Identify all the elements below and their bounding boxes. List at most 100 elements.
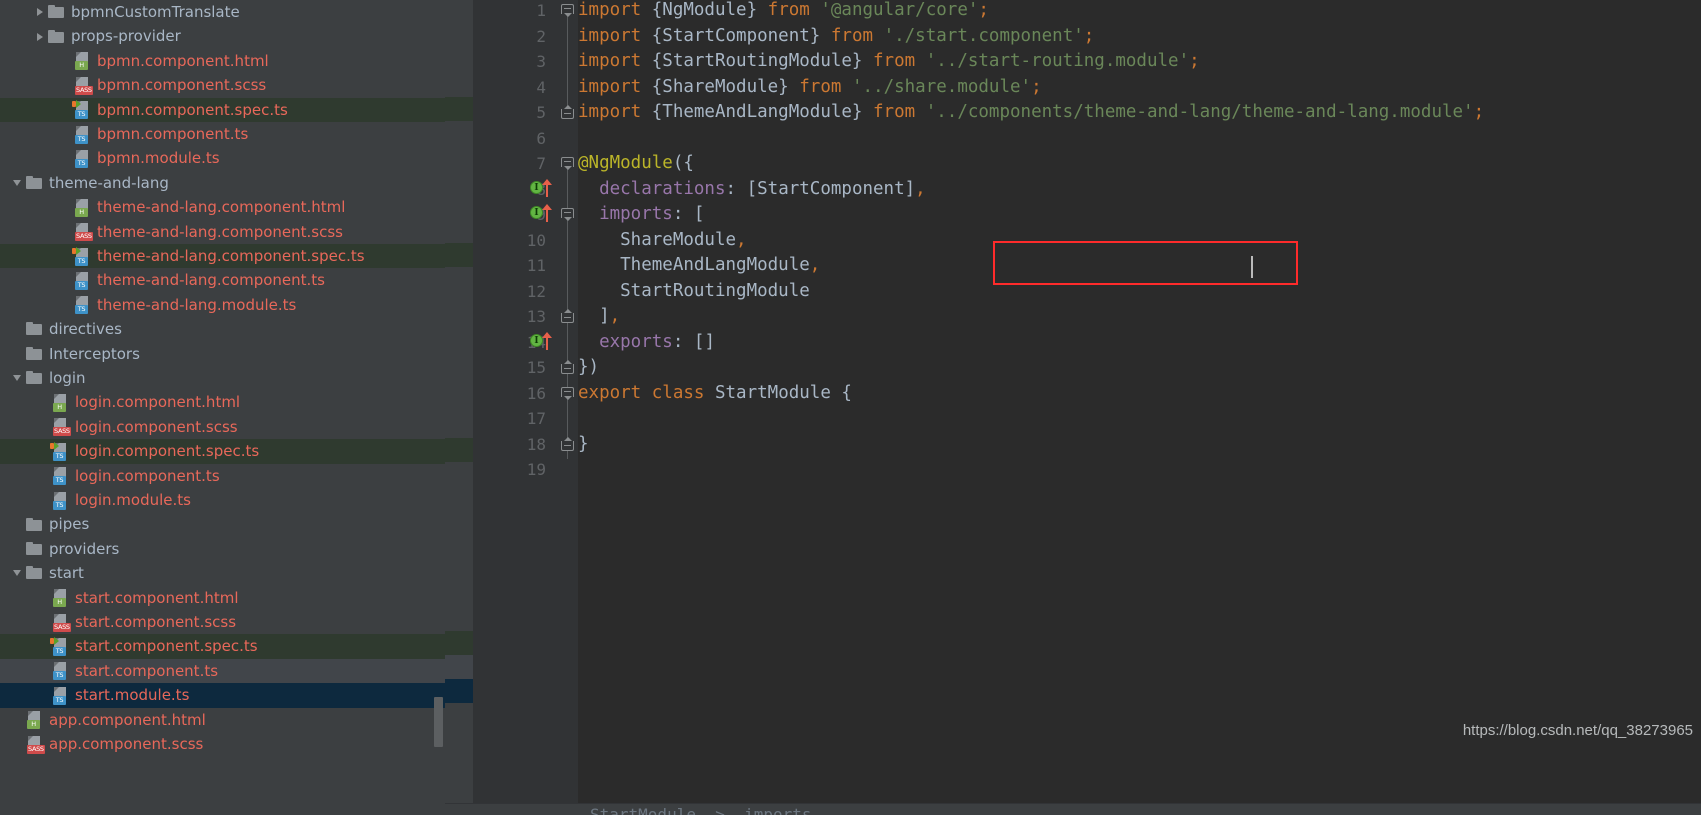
tree-folder-row[interactable]: start — [0, 561, 445, 585]
tree-file-row[interactable]: TS bpmn.module.ts — [0, 146, 445, 170]
code-token: ThemeAndLangModule — [578, 255, 810, 275]
tree-file-row[interactable]: Happ.component.html — [0, 708, 445, 732]
chevron-down-icon[interactable] — [10, 565, 26, 581]
tree-item-label: directives — [49, 320, 122, 339]
code-line[interactable]: exports: [] — [578, 330, 715, 356]
tree-file-row[interactable]: TS login.component.ts — [0, 464, 445, 488]
tree-folder-row[interactable]: Interceptors — [0, 342, 445, 366]
tree-folder-row[interactable]: directives — [0, 317, 445, 341]
folder-icon — [26, 346, 43, 361]
tree-item-label: start.component.html — [75, 588, 239, 607]
implemented-marker-icon[interactable]: I — [530, 331, 556, 353]
tree-file-row[interactable]: Hlogin.component.html — [0, 390, 445, 414]
chevron-down-icon[interactable] — [10, 175, 26, 191]
tree-file-row[interactable]: TS start.module.ts — [0, 683, 445, 708]
code-line[interactable]: import {NgModule} from '@angular/core'; — [578, 0, 989, 24]
tree-folder-row[interactable]: pipes — [0, 512, 445, 536]
file-type-badge: TS — [53, 476, 66, 486]
code-line[interactable]: export class StartModule { — [578, 381, 852, 407]
code-editor[interactable]: 12345678910111213141516171819III import … — [445, 0, 1701, 815]
tree-file-row[interactable]: Hstart.component.html — [0, 586, 445, 610]
tree-file-row[interactable]: Htheme-and-lang.component.html — [0, 195, 445, 219]
code-token: from — [873, 102, 916, 122]
implemented-marker-icon[interactable]: I — [530, 203, 556, 225]
fold-region-start-icon[interactable] — [560, 207, 575, 222]
sidebar-vertical-scrollbar[interactable] — [434, 697, 443, 747]
code-line[interactable]: ThemeAndLangModule, — [578, 253, 820, 279]
file-type-badge: H — [53, 598, 66, 608]
fold-region-end-icon[interactable] — [560, 436, 575, 452]
tree-file-row[interactable]: SASS bpmn.component.scss — [0, 73, 445, 97]
tree-file-row[interactable]: SASS start.component.scss — [0, 610, 445, 634]
fold-region-start-icon[interactable] — [560, 156, 575, 171]
code-line[interactable]: }) — [578, 355, 599, 381]
text-caret — [1251, 256, 1253, 278]
fold-region-start-icon[interactable] — [560, 386, 575, 401]
code-line[interactable]: } — [578, 432, 589, 458]
arrow-spacer — [58, 273, 74, 289]
tree-file-row[interactable]: TS start.component.ts — [0, 658, 445, 684]
file-type-badge: TS — [75, 159, 88, 169]
line-number-gutter[interactable]: 12345678910111213141516171819III — [473, 0, 575, 815]
tree-file-row[interactable]: Hbpmn.component.html — [0, 49, 445, 73]
project-tree-panel[interactable]: bpmnCustomTranslate props-provider Hbpmn.c… — [0, 0, 445, 815]
tree-item-label: theme-and-lang.module.ts — [97, 295, 297, 314]
code-token: '../share.module' — [851, 76, 1032, 97]
code-text-area[interactable]: import {NgModule} from '@angular/core'; i… — [578, 0, 1701, 815]
file-type-badge: TS — [75, 281, 88, 291]
fold-region-end-icon[interactable] — [560, 360, 575, 375]
tree-file-row[interactable]: TS login.module.ts — [0, 488, 445, 512]
code-line[interactable]: import {ThemeAndLangModule} from '../com… — [578, 100, 1484, 126]
tree-folder-row[interactable]: providers — [0, 537, 445, 561]
tree-file-row[interactable]: SASS login.component.scss — [0, 415, 445, 439]
tree-file-row[interactable]: SASS app.component.scss — [0, 732, 445, 756]
code-line[interactable]: declarations: [StartComponent], — [578, 177, 926, 203]
arrow-spacer — [36, 663, 52, 679]
file-fold-corner — [54, 613, 59, 619]
implemented-marker-icon[interactable]: I — [530, 178, 556, 200]
code-line[interactable]: @NgModule({ — [578, 151, 694, 177]
fold-region-end-icon[interactable] — [560, 309, 575, 324]
tree-folder-row[interactable]: login — [0, 366, 445, 390]
file-icon: TS — [50, 637, 69, 657]
code-line[interactable]: import {StartComponent} from './start.co… — [578, 24, 1094, 50]
tree-file-row[interactable]: TS bpmn.component.spec.ts — [0, 97, 445, 122]
folder-icon — [26, 517, 43, 532]
file-icon: H — [74, 52, 91, 71]
file-icon: SASS — [74, 76, 93, 95]
fold-region-start-icon[interactable] — [560, 3, 575, 18]
chevron-down-icon[interactable] — [10, 370, 26, 386]
code-line[interactable]: ShareModule, — [578, 228, 746, 254]
tree-file-row[interactable]: TS bpmn.component.ts — [0, 122, 445, 146]
file-icon: H — [26, 711, 43, 730]
code-token: {ShareModule} — [641, 76, 800, 97]
fold-minus-icon — [564, 368, 571, 369]
code-token: : [ — [672, 204, 705, 224]
tree-file-row[interactable]: TS login.component.spec.ts — [0, 439, 445, 464]
line-number: 1 — [536, 1, 546, 20]
code-line[interactable]: imports: [ — [578, 202, 704, 228]
fold-region-end-icon[interactable] — [560, 105, 575, 120]
tree-file-row[interactable]: SASS theme-and-lang.component.scss — [0, 220, 445, 244]
implemented-arrow-icon — [542, 178, 552, 197]
code-line[interactable]: import {ShareModule} from '../share.modu… — [578, 75, 1042, 101]
tree-folder-row[interactable]: bpmnCustomTranslate — [0, 0, 445, 24]
code-line[interactable]: StartRoutingModule — [578, 279, 810, 305]
tree-folder-row[interactable]: theme-and-lang — [0, 171, 445, 195]
code-line[interactable]: import {StartRoutingModule} from '../sta… — [578, 49, 1200, 75]
tree-file-row[interactable]: TS theme-and-lang.component.spec.ts — [0, 244, 445, 269]
tree-file-row[interactable]: TS theme-and-lang.component.ts — [0, 268, 445, 292]
file-fold-corner — [54, 394, 59, 400]
file-type-badge: TS — [53, 647, 66, 657]
code-folding-gutter[interactable] — [558, 0, 578, 815]
tree-file-row[interactable]: TS theme-and-lang.module.ts — [0, 293, 445, 317]
chevron-right-icon[interactable] — [32, 4, 48, 20]
file-fold-corner — [54, 589, 59, 595]
tree-folder-row[interactable]: props-provider — [0, 24, 445, 48]
code-line[interactable]: ], — [578, 304, 620, 330]
chevron-right-icon[interactable] — [32, 29, 48, 45]
tree-file-row[interactable]: TS start.component.spec.ts — [0, 634, 445, 659]
